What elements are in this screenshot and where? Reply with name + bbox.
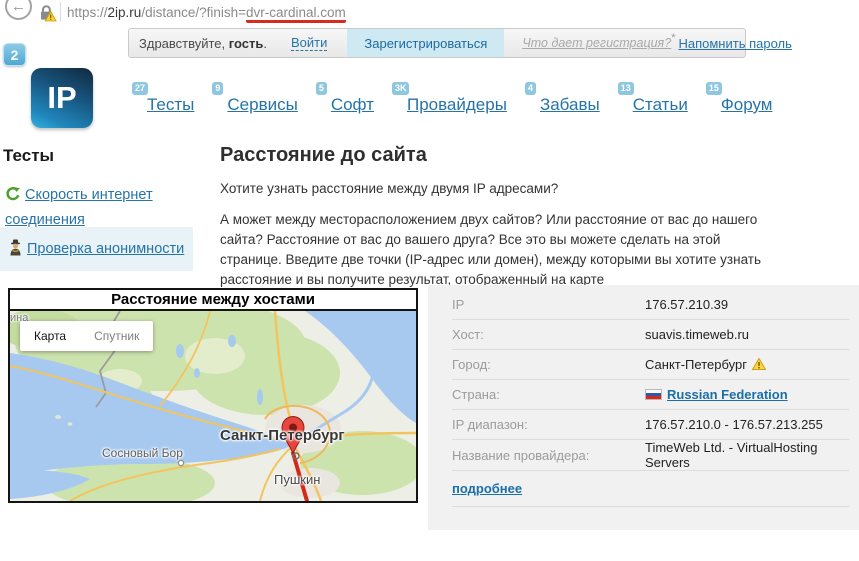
nav-badge: 5 <box>316 82 327 95</box>
distance-map-widget: Расстояние между хостами <box>8 288 418 503</box>
nav-item-providers: 3K Провайдеры <box>407 95 507 115</box>
lock-warning-icon[interactable] <box>37 3 57 23</box>
ip-range-value: 176.57.210.0 - 176.57.213.255 <box>645 417 849 432</box>
nav-link-soft[interactable]: Софт <box>331 95 374 114</box>
asterisk-marker: * <box>671 32 675 44</box>
row-label: IP <box>452 297 645 312</box>
sidebar-item-speedtest[interactable]: Скорость интернет соединения <box>5 184 193 232</box>
site-header-bar: Здравствуйте, гость. Войти Зарегистриров… <box>128 28 746 58</box>
map-title: Расстояние между хостами <box>10 290 416 311</box>
page-title: Расстояние до сайта <box>220 144 427 167</box>
main-nav: 27 Тесты 9 Сервисы 5 Софт 3K Провайдеры … <box>147 95 772 115</box>
row-label: Город: <box>452 357 645 372</box>
map-type-satellite-button[interactable]: Спутник <box>80 321 153 351</box>
browser-address-bar: ← https://2ip.ru/distance/?finish=dvr-ca… <box>0 0 859 26</box>
map-type-map-button[interactable]: Карта <box>20 321 80 351</box>
back-arrow-icon: ← <box>11 0 26 15</box>
table-row-city: Город: Санкт-Петербург <box>452 350 849 380</box>
table-row-ip: IP 176.57.210.39 <box>452 290 849 320</box>
country-link[interactable]: Russian Federation <box>667 387 788 402</box>
intro-paragraph: Хотите узнать расстояние между двумя IP … <box>220 181 772 196</box>
city-value: Санкт-Петербург <box>645 357 849 373</box>
url-prefix: https:// <box>67 5 108 20</box>
site-logo[interactable]: IP 2 <box>31 68 93 128</box>
country-value: Russian Federation <box>645 387 849 402</box>
address-bar-divider <box>60 2 61 22</box>
warning-icon[interactable] <box>752 358 766 373</box>
speed-refresh-icon <box>5 186 21 209</box>
browser-back-button[interactable]: ← <box>5 0 32 20</box>
nav-item-fun: 4 Забавы <box>540 95 600 115</box>
login-link[interactable]: Войти <box>291 35 327 51</box>
nav-link-tests[interactable]: Тесты <box>147 95 194 114</box>
map-label-pushkin: Пушкин <box>274 472 320 487</box>
host-value: suavis.timeweb.ru <box>645 327 849 342</box>
nav-item-soft: 5 Софт <box>331 95 374 115</box>
sidebar-title: Тесты <box>3 146 54 166</box>
url-input[interactable]: https://2ip.ru/distance/?finish=dvr-card… <box>67 5 346 20</box>
map-label-sosnovy-bor: Сосновый Бор <box>102 446 183 460</box>
table-row-host: Хост: suavis.timeweb.ru <box>452 320 849 350</box>
url-domain: 2ip.ru <box>108 5 142 20</box>
nav-item-articles: 13 Статьи <box>633 95 688 115</box>
url-finish-param-underlined: dvr-cardinal.com <box>246 5 346 23</box>
nav-badge: 3K <box>392 82 410 95</box>
nav-badge: 4 <box>525 82 536 95</box>
nav-link-fun[interactable]: Забавы <box>540 95 600 114</box>
nav-badge: 13 <box>618 82 634 95</box>
nav-link-providers[interactable]: Провайдеры <box>407 95 507 114</box>
nav-item-services: 9 Сервисы <box>227 95 297 115</box>
registration-info-link[interactable]: Что дает регистрация? <box>522 36 671 50</box>
row-label: Страна: <box>452 387 645 402</box>
nav-item-tests: 27 Тесты <box>147 95 194 115</box>
map-label-city: Санкт-Петербург <box>220 427 345 444</box>
greeting-text: Здравствуйте, гость. <box>139 36 267 51</box>
provider-value: TimeWeb Ltd. - VirtualHosting Servers <box>645 440 849 470</box>
table-row-more: подробнее <box>452 471 849 507</box>
sidebar-link-anonymity[interactable]: Проверка анонимности <box>27 241 184 257</box>
register-button[interactable]: Зарегистрироваться <box>347 29 504 57</box>
nav-badge: 27 <box>132 82 148 95</box>
row-label: Название провайдера: <box>452 448 645 463</box>
nav-link-articles[interactable]: Статьи <box>633 95 688 114</box>
greeting-username: гость <box>229 36 264 51</box>
anonymity-spy-icon <box>8 239 23 260</box>
description-paragraph: А может между месторасположением двух са… <box>220 210 776 289</box>
row-label: Хост: <box>452 327 645 342</box>
table-row-ip-range: IP диапазон: 176.57.210.0 - 176.57.213.2… <box>452 410 849 440</box>
ip-info-table: IP 176.57.210.39 Хост: suavis.timeweb.ru… <box>428 285 859 530</box>
logo-text: IP <box>47 80 76 116</box>
ip-value: 176.57.210.39 <box>645 297 849 312</box>
nav-badge: 9 <box>212 82 223 95</box>
nav-item-forum: 15 Форум <box>721 95 773 115</box>
remind-password-link[interactable]: Напомнить пароль <box>678 36 791 51</box>
table-row-country: Страна: Russian Federation <box>452 380 849 410</box>
nav-badge: 15 <box>706 82 722 95</box>
logo-badge-2: 2 <box>3 43 26 66</box>
sidebar-link-speedtest[interactable]: Скорость интернет соединения <box>5 187 153 228</box>
more-details-link[interactable]: подробнее <box>452 481 522 496</box>
russia-flag-icon <box>645 389 662 400</box>
row-label: IP диапазон: <box>452 417 645 432</box>
nav-link-services[interactable]: Сервисы <box>227 95 297 114</box>
map-type-control: Карта Спутник <box>20 321 153 351</box>
table-row-provider: Название провайдера: TimeWeb Ltd. - Virt… <box>452 440 849 471</box>
url-path: /distance/?finish= <box>141 5 246 20</box>
nav-link-forum[interactable]: Форум <box>721 95 773 114</box>
sidebar-item-anonymity[interactable]: Проверка анонимности <box>0 227 193 271</box>
map-canvas[interactable]: Карта Спутник ина Сосновый Бор Санкт-Пет… <box>10 311 416 501</box>
